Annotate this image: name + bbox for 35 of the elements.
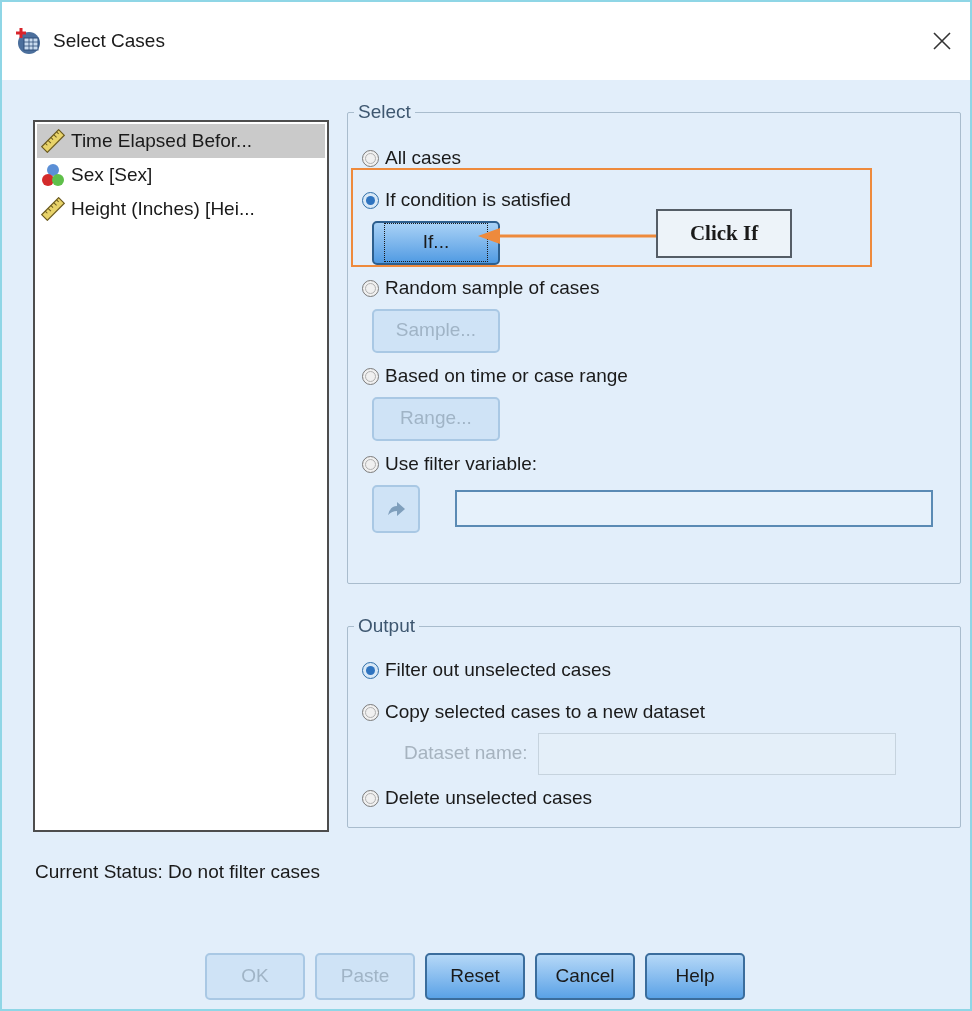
radio-button[interactable] xyxy=(362,192,379,209)
option-label: All cases xyxy=(385,146,462,171)
radio-button[interactable] xyxy=(362,456,379,473)
group-title: Select xyxy=(357,100,412,124)
option-label: Filter out unselected cases xyxy=(385,658,611,683)
option-label: Copy selected cases to a new dataset xyxy=(385,700,706,725)
radio-button[interactable] xyxy=(362,368,379,385)
window-title: Select Cases xyxy=(53,28,166,53)
radio-button[interactable] xyxy=(362,280,379,297)
curved-arrow-icon xyxy=(386,500,406,517)
variable-item[interactable]: Height (Inches) [Hei... xyxy=(37,192,325,226)
close-icon[interactable] xyxy=(933,32,951,50)
condition-button[interactable]: If... xyxy=(372,220,500,265)
option-label: If condition is satisfied xyxy=(385,188,571,213)
radio-button[interactable] xyxy=(362,150,379,167)
radio-button[interactable] xyxy=(362,704,379,721)
variable-item[interactable]: Time Elapsed Befor... xyxy=(37,124,325,158)
nominal-icon xyxy=(41,163,65,187)
move-variable-button[interactable] xyxy=(372,484,420,533)
dialog-button[interactable]: Cancel xyxy=(535,952,635,1000)
dialog-button[interactable]: Help xyxy=(645,952,745,1000)
field-label: Dataset name: xyxy=(404,741,528,766)
group-title: Output xyxy=(357,614,417,638)
status-text: Current Status: Do not filter cases xyxy=(35,860,322,884)
option-label: Random sample of cases xyxy=(385,276,600,301)
option-label: Use filter variable: xyxy=(385,452,538,477)
option-label: Based on time or case range xyxy=(385,364,628,389)
radio-button[interactable] xyxy=(362,790,379,807)
filter-variable-field[interactable] xyxy=(455,490,933,527)
option-label: Delete unselected cases xyxy=(385,786,592,811)
app-icon xyxy=(15,27,41,55)
dialog-button[interactable]: Reset xyxy=(425,952,525,1000)
callout-label: Click If xyxy=(656,209,792,258)
variable-item[interactable]: Sex [Sex] xyxy=(37,158,325,192)
radio-button[interactable] xyxy=(362,662,379,679)
